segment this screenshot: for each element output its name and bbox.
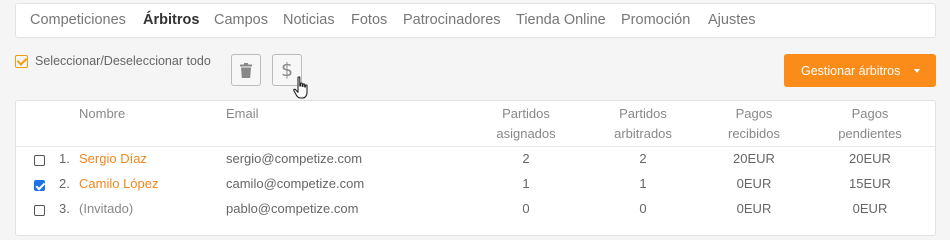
- payments-received: 0EUR: [736, 201, 772, 216]
- tab-noticias[interactable]: Noticias: [283, 12, 335, 28]
- manage-referees-label: Gestionar árbitros: [801, 63, 901, 78]
- referee-name-link[interactable]: Sergio Díaz: [79, 150, 147, 168]
- tab-fotos[interactable]: Fotos: [351, 12, 387, 28]
- referee-email: pablo@competize.com: [226, 201, 359, 216]
- header-email: Email: [226, 106, 259, 121]
- hand-pointer-icon: [293, 76, 308, 99]
- header-refereed: Partidos arbitrados: [614, 106, 672, 141]
- manage-referees-button[interactable]: Gestionar árbitros: [784, 54, 936, 87]
- header-divider: [16, 146, 935, 147]
- referee-email: sergio@competize.com: [226, 151, 363, 166]
- checkmark-icon: [15, 54, 28, 68]
- payments-pending: 20EUR: [849, 151, 891, 166]
- tab-tienda-online[interactable]: Tienda Online: [516, 12, 606, 28]
- tab-arbitros[interactable]: Árbitros: [143, 12, 199, 28]
- tab-promocion[interactable]: Promoción: [621, 12, 690, 28]
- row-index: 2.: [59, 176, 70, 191]
- matches-refereed: 0: [639, 201, 647, 216]
- referees-table: Nombre Email Partidos asignados Partidos a…: [15, 100, 936, 236]
- matches-refereed: 2: [639, 151, 647, 166]
- tab-patrocinadores[interactable]: Patrocinadores: [403, 12, 501, 28]
- trash-icon: [240, 62, 252, 78]
- tab-ajustes[interactable]: Ajustes: [708, 12, 756, 28]
- payments-received: 20EUR: [733, 151, 775, 166]
- row-index: 3.: [59, 201, 70, 216]
- referee-email: camilo@competize.com: [226, 176, 365, 191]
- payments-received: 0EUR: [736, 176, 772, 191]
- header-assigned: Partidos asignados: [496, 106, 556, 141]
- tab-campos[interactable]: Campos: [214, 12, 268, 28]
- tab-competiciones[interactable]: Competiciones: [30, 12, 126, 28]
- referee-name: (Invitado): [79, 201, 134, 216]
- select-all-toggle[interactable]: Seleccionar/Deseleccionar todo: [15, 54, 211, 68]
- section-tabs: Competiciones Árbitros Campos Noticias F…: [15, 3, 936, 38]
- row-index: 1.: [59, 151, 70, 166]
- row-checkbox[interactable]: [34, 205, 45, 216]
- select-all-label: Seleccionar/Deseleccionar todo: [35, 54, 211, 68]
- matches-assigned: 1: [522, 176, 530, 191]
- matches-refereed: 1: [639, 176, 647, 191]
- matches-assigned: 2: [522, 151, 530, 166]
- header-pending: Pagos pendientes: [838, 106, 902, 141]
- caret-down-icon: [914, 69, 920, 73]
- row-checkbox[interactable]: [34, 180, 45, 191]
- row-checkbox[interactable]: [34, 155, 45, 166]
- delete-button[interactable]: [231, 54, 261, 86]
- referee-name-link[interactable]: Camilo López: [79, 175, 159, 193]
- dollar-icon: $: [280, 59, 294, 81]
- payments-pending: 15EUR: [849, 176, 891, 191]
- header-name: Nombre: [79, 106, 126, 121]
- matches-assigned: 0: [522, 201, 530, 216]
- payments-pending: 0EUR: [852, 201, 888, 216]
- header-received: Pagos recibidos: [727, 106, 781, 141]
